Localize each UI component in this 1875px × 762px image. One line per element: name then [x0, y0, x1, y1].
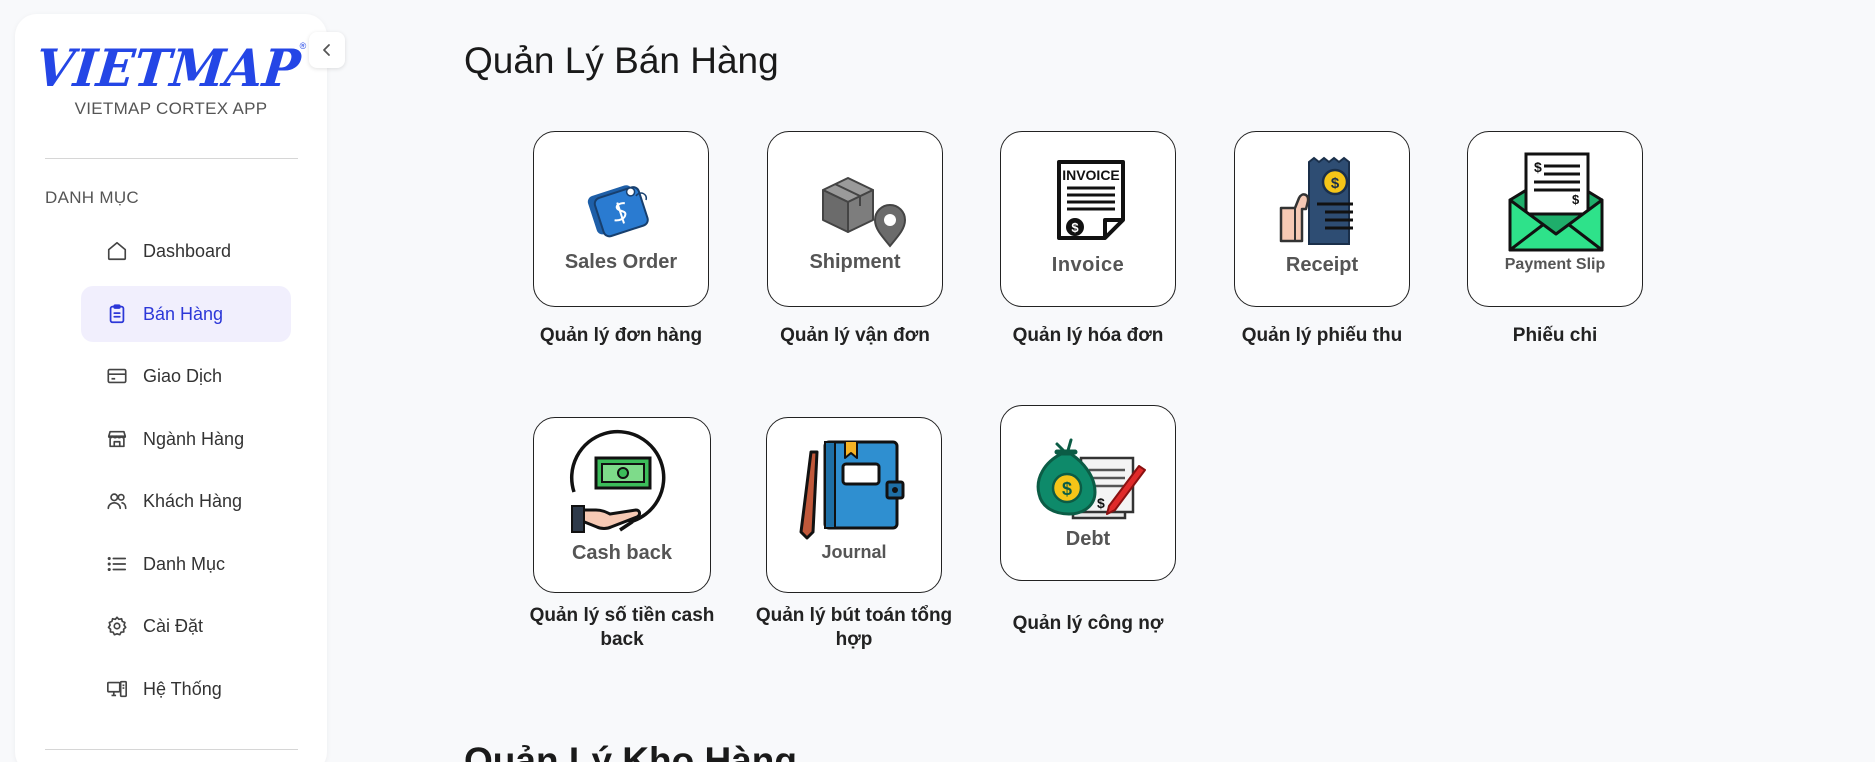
card-debt[interactable]: $ $ Debt — [1000, 405, 1176, 581]
sidebar-item-danh-muc[interactable]: Danh Mục — [81, 536, 291, 592]
sidebar-item-label: Bán Hàng — [143, 303, 224, 324]
payment-slip-icon: $ $ — [1508, 152, 1604, 252]
card-image-text: Journal — [821, 542, 887, 562]
section-label: DANH MỤC — [45, 188, 140, 207]
card-cash-back[interactable]: Cash back — [533, 417, 711, 593]
svg-text:$: $ — [1071, 220, 1079, 235]
journal-icon — [799, 440, 905, 540]
card-receipt[interactable]: $ Receipt — [1234, 131, 1410, 307]
logo: VIETMAP® — [15, 37, 327, 99]
home-icon — [107, 241, 127, 261]
chevron-left-icon — [323, 44, 330, 56]
sidebar-item-khach-hang[interactable]: Khách Hàng — [81, 473, 291, 529]
card-image-text: Invoice — [1051, 254, 1125, 276]
svg-text:$: $ — [1534, 159, 1542, 175]
card-label: Quản lý phiếu thu — [1241, 325, 1403, 346]
debt-icon: $ $ — [1036, 438, 1146, 520]
system-icon — [107, 680, 127, 698]
card-label: Quản lý vận đơn — [780, 325, 930, 346]
sidebar: VIETMAP® VIETMAP CORTEX APP DANH MỤC Das… — [15, 14, 327, 762]
page-title: Quản Lý Bán Hàng — [464, 40, 779, 81]
card-image-text: Debt — [1065, 528, 1111, 550]
sidebar-item-label: Dashboard — [143, 240, 232, 261]
card-label: Quản lý đơn hàng — [539, 325, 703, 346]
receipt-icon: $ — [1279, 156, 1353, 245]
card-image-text: Receipt — [1285, 254, 1359, 276]
sidebar-divider — [45, 749, 298, 750]
shipment-icon — [822, 177, 907, 248]
card-label: Quản lý số tiền cash back — [529, 605, 715, 650]
card-image-text: Sales Order — [564, 251, 678, 273]
sidebar-item-giao-dich[interactable]: Giao Dịch — [81, 348, 291, 404]
invoice-icon: INVOICE $ — [1057, 160, 1125, 240]
card-payment-slip[interactable]: $ $ Payment Slip — [1467, 131, 1643, 307]
sidebar-item-he-thong[interactable]: Hệ Thống — [81, 661, 291, 717]
gear-icon — [107, 616, 127, 636]
sidebar-item-label: Giao Dịch — [143, 365, 223, 386]
card-label: Phiếu chi — [1512, 325, 1598, 346]
card-journal[interactable]: Journal — [766, 417, 942, 593]
sales-order-icon — [587, 185, 649, 238]
svg-text:$: $ — [1097, 495, 1105, 511]
svg-text:$: $ — [1572, 192, 1580, 207]
svg-text:$: $ — [1331, 175, 1340, 192]
card-image-text: Shipment — [809, 251, 901, 273]
clipboard-icon — [109, 304, 125, 324]
card-icon — [107, 368, 127, 384]
sidebar-item-ban-hang[interactable]: Bán Hàng — [81, 286, 291, 342]
sidebar-item-cai-dat[interactable]: Cài Đặt — [81, 598, 291, 654]
card-label: Quản lý bút toán tổng hợp — [755, 605, 953, 650]
logo-registered-mark: ® — [299, 40, 307, 51]
list-icon — [107, 556, 127, 572]
card-sales-order[interactable]: Sales Order — [533, 131, 709, 307]
sidebar-item-nganh-hang[interactable]: Ngành Hàng — [81, 411, 291, 467]
sidebar-item-label: Khách Hàng — [143, 490, 243, 511]
sidebar-item-label: Danh Mục — [143, 553, 226, 574]
logo-text: VIETMAP — [32, 37, 303, 99]
card-image-text: Payment Slip — [1504, 256, 1606, 273]
section-title-kho-hang: Quản Lý Kho Hàng — [464, 740, 797, 762]
card-label: Quản lý hóa đơn — [1012, 325, 1164, 346]
sidebar-item-label: Cài Đặt — [143, 615, 204, 636]
sidebar-item-dashboard[interactable]: Dashboard — [81, 223, 291, 279]
card-invoice[interactable]: INVOICE $ Invoice — [1000, 131, 1176, 307]
card-image-text: Cash back — [571, 542, 673, 564]
sidebar-item-label: Hệ Thống — [143, 678, 222, 699]
users-icon — [107, 493, 127, 510]
card-label: Quản lý công nợ — [1012, 613, 1164, 634]
store-icon — [107, 430, 127, 448]
sidebar-divider — [45, 158, 298, 159]
svg-text:INVOICE: INVOICE — [1062, 167, 1120, 183]
cash-back-icon — [570, 429, 666, 533]
svg-text:$: $ — [1062, 479, 1072, 499]
collapse-sidebar-button[interactable] — [309, 32, 345, 68]
sidebar-item-label: Ngành Hàng — [143, 428, 245, 449]
card-shipment[interactable]: Shipment — [767, 131, 943, 307]
app-name: VIETMAP CORTEX APP — [74, 99, 268, 118]
